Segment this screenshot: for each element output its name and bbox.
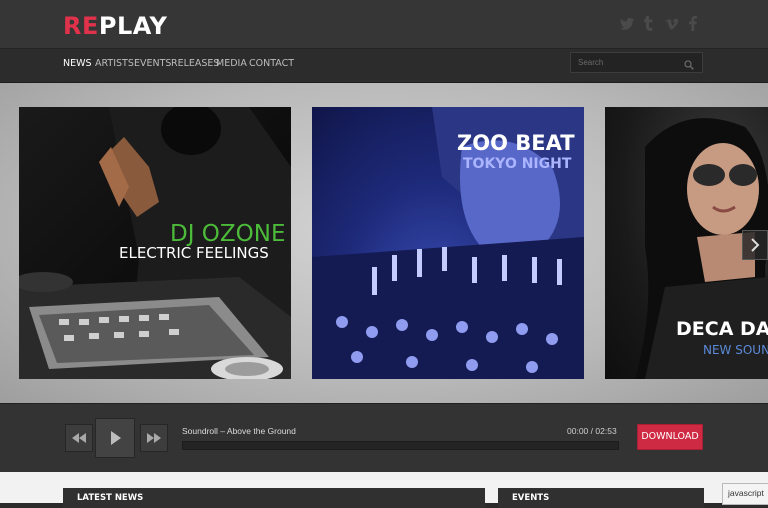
nav-releases[interactable]: RELEASES: [171, 58, 219, 70]
fast-forward-icon: [147, 433, 161, 443]
site-header: REPLAY: [0, 0, 768, 49]
latest-news-heading: LATEST NEWS: [63, 488, 485, 508]
search-input[interactable]: [571, 53, 688, 72]
slide-dj-ozone[interactable]: DJ OZONE ELECTRIC FEELINGS: [19, 107, 291, 379]
site-logo[interactable]: REPLAY: [63, 12, 167, 40]
current-time: 00:00: [567, 426, 589, 436]
nav-contact[interactable]: CONTACT: [249, 58, 294, 70]
nav-events[interactable]: EVENTS: [134, 58, 171, 70]
slide-subtitle: ELECTRIC FEELINGS: [119, 244, 269, 262]
track-title: Soundroll – Above the Ground: [182, 426, 296, 436]
download-button[interactable]: DOWNLOAD: [637, 424, 703, 450]
rewind-icon: [72, 433, 86, 443]
slide-subtitle: TOKYO NIGHT: [463, 156, 572, 172]
nav-news[interactable]: NEWS: [63, 58, 92, 70]
browser-status-bar: javascript: [722, 483, 768, 505]
slide-title: DJ OZONE: [170, 221, 286, 247]
logo-play: PLAY: [98, 12, 168, 40]
facebook-icon[interactable]: [689, 16, 697, 35]
featured-slider: DJ OZONE ELECTRIC FEELINGS ZOO BEAT TOKY…: [0, 83, 768, 403]
tumblr-icon[interactable]: [644, 16, 654, 35]
slider-next-button[interactable]: [742, 230, 768, 260]
duration: 02:53: [595, 426, 617, 436]
events-heading: EVENTS: [498, 488, 704, 508]
search-icon[interactable]: [684, 57, 696, 70]
slide-title: DECA DA: [676, 318, 768, 340]
time-readout: 00:00 / 02:53: [567, 426, 617, 436]
vimeo-icon[interactable]: [665, 16, 679, 34]
twitter-icon[interactable]: [620, 16, 634, 34]
time-separator: /: [590, 426, 594, 436]
nav-artists[interactable]: ARTISTS: [95, 58, 134, 70]
slide-zoo-beat[interactable]: ZOO BEAT TOKYO NIGHT: [312, 107, 584, 379]
chevron-right-icon: [751, 238, 760, 252]
audio-player: Soundroll – Above the Ground 00:00 / 02:…: [0, 403, 768, 473]
rewind-button[interactable]: [65, 424, 93, 452]
nav-media[interactable]: MEDIA: [216, 58, 247, 70]
progress-bar[interactable]: [182, 441, 619, 450]
logo-re: RE: [63, 12, 99, 40]
fast-forward-button[interactable]: [140, 424, 168, 452]
play-button[interactable]: [95, 418, 135, 458]
search-box: [570, 52, 703, 73]
slide-title: ZOO BEAT: [457, 131, 575, 155]
play-icon: [111, 431, 121, 445]
slide-subtitle: NEW SOUN: [703, 343, 768, 357]
